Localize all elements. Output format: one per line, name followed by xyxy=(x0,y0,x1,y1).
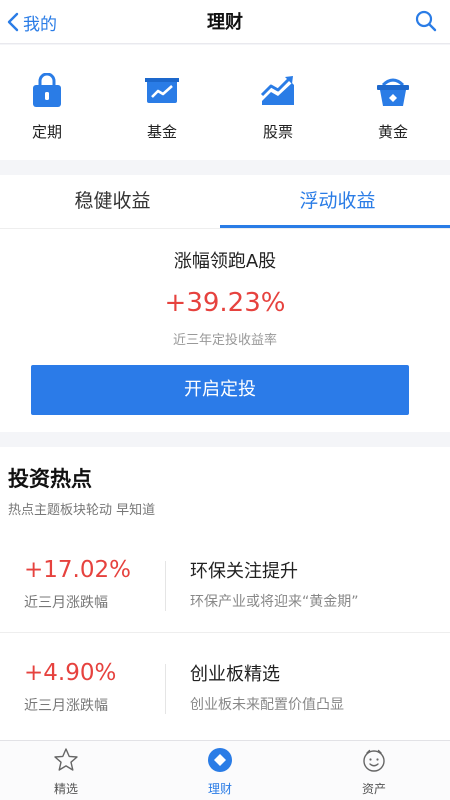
navigation-bar: 我的 理财 xyxy=(0,0,450,44)
hotspot-desc: 环保产业或将迎来“黄金期” xyxy=(190,594,359,610)
hotspot-rate: +17.02% xyxy=(24,557,131,583)
category-label: 基金 xyxy=(146,123,177,141)
hotspot-name: 环保关注提升 xyxy=(190,561,298,582)
finance-diamond-icon xyxy=(208,748,232,772)
section-title: 投资热点 xyxy=(8,467,92,491)
investment-hotspots-panel: 投资热点 热点主题板块轮动 早知道 +17.02% 近三月涨跌幅 环保关注提升 … xyxy=(0,447,450,740)
start-investment-button[interactable]: 开启定投 xyxy=(31,365,409,415)
product-name: 涨幅领跑A股 xyxy=(173,251,277,272)
section-subtitle: 热点主题板块轮动 早知道 xyxy=(8,503,156,518)
star-icon xyxy=(54,748,78,771)
divider xyxy=(165,561,166,611)
category-label: 定期 xyxy=(31,123,62,141)
product-return-rate: +39.23% xyxy=(164,288,286,318)
gold-basket-icon xyxy=(377,78,409,106)
category-panel: 定期 基金 股票 黄金 xyxy=(0,45,450,160)
divider xyxy=(165,664,166,714)
smiley-icon xyxy=(363,749,385,772)
tab-steady-return[interactable]: 稳健收益 xyxy=(0,175,225,227)
lock-bag-icon xyxy=(33,72,61,107)
hotspot-desc: 创业板未来配置价值凸显 xyxy=(190,697,344,713)
category-gold[interactable]: 黄金 xyxy=(363,73,423,142)
tabbar-item-assets[interactable]: 资产 xyxy=(334,747,414,797)
hotspot-item[interactable]: +4.90% 近三月涨跌幅 创业板精选 创业板未来配置价值凸显 xyxy=(0,650,450,732)
tabbar-label: 理财 xyxy=(207,782,232,796)
hotspot-item[interactable]: +17.02% 近三月涨跌幅 环保关注提升 环保产业或将迎来“黄金期” xyxy=(0,547,450,629)
tabbar-item-finance[interactable]: 理财 xyxy=(180,747,260,797)
featured-product-panel: 稳健收益 浮动收益 涨幅领跑A股 +39.23% 近三年定投收益率 开启定投 xyxy=(0,175,450,432)
tabbar-item-featured[interactable]: 精选 xyxy=(26,747,106,797)
divider xyxy=(0,632,450,633)
hotspot-rate-label: 近三月涨跌幅 xyxy=(24,698,108,714)
page-title: 理财 xyxy=(207,12,243,33)
hotspot-rate-label: 近三月涨跌幅 xyxy=(24,595,108,611)
hotspot-name: 创业板精选 xyxy=(190,664,280,685)
hotspot-rate: +4.90% xyxy=(24,660,117,686)
stock-chart-icon xyxy=(260,76,294,105)
category-label: 股票 xyxy=(262,123,293,141)
tab-floating-return[interactable]: 浮动收益 xyxy=(225,175,450,227)
category-fund[interactable]: 基金 xyxy=(132,73,192,142)
fund-chart-icon xyxy=(145,78,179,103)
bottom-tab-bar: 精选 理财 资产 xyxy=(0,740,450,800)
category-fixed-term[interactable]: 定期 xyxy=(17,72,77,142)
product-return-label: 近三年定投收益率 xyxy=(172,333,277,348)
divider xyxy=(0,228,450,229)
search-icon[interactable] xyxy=(414,9,438,33)
category-label: 黄金 xyxy=(377,123,408,141)
category-stock[interactable]: 股票 xyxy=(248,73,308,142)
tabbar-label: 精选 xyxy=(53,782,78,796)
tabbar-label: 资产 xyxy=(361,782,386,796)
